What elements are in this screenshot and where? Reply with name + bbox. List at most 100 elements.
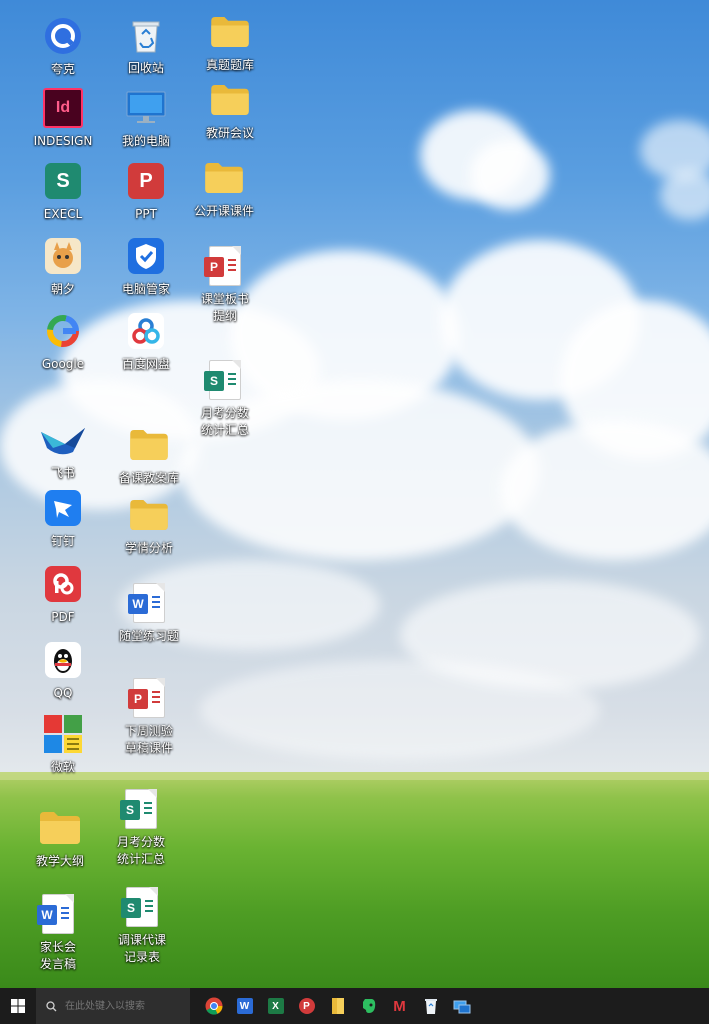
cloud	[200, 660, 600, 760]
pdf-icon	[43, 564, 83, 604]
icon-label: 课堂板书 提纲	[200, 292, 249, 323]
desktop-icon-google[interactable]: Google	[24, 311, 102, 373]
taskbar-file-explorer[interactable]	[322, 988, 353, 1024]
desktop-icon-suitang[interactable]: W 随堂练习题	[110, 583, 188, 645]
desktop-icon-ppt[interactable]: P PPT	[107, 161, 185, 223]
horizon-line	[0, 772, 709, 780]
word-icon: W	[236, 998, 253, 1014]
desktop-icon-feishu[interactable]: 飞书	[24, 416, 102, 482]
word-document-icon: W	[128, 583, 169, 623]
taskbar-search[interactable]	[36, 988, 190, 1024]
icon-label: 月考分数 统计汇总	[200, 406, 249, 437]
icon-label: 月考分数 统计汇总	[116, 835, 165, 866]
spreadsheet-document-icon: S	[120, 789, 161, 829]
taskbar: W X P M	[0, 988, 709, 1024]
search-input[interactable]	[63, 999, 187, 1013]
icon-label: PDF	[51, 610, 75, 624]
folder-icon	[129, 425, 169, 465]
taskbar-wps[interactable]: P	[291, 988, 322, 1024]
wps-icon: P	[298, 998, 315, 1014]
icon-label: 教学大纲	[35, 854, 84, 868]
icon-label: 回收站	[127, 61, 164, 75]
spreadsheet-icon: S	[43, 161, 83, 201]
recycle-bin-icon	[126, 15, 166, 55]
desktop-icon-diannao-guanjia[interactable]: 电脑管家	[107, 236, 185, 298]
taskbar-excel[interactable]: X	[260, 988, 291, 1024]
desktop-icon-pdf[interactable]: PDF	[24, 564, 102, 626]
desktop-icon-jiaoyan[interactable]: 教研会议	[191, 80, 269, 142]
feishu-bird-icon	[39, 416, 87, 460]
windows-logo-icon	[11, 999, 25, 1013]
zhaoxi-cat-icon	[43, 236, 83, 276]
taskbar-chrome[interactable]	[198, 988, 229, 1024]
desktop-icon-recycle-bin[interactable]: 回收站	[107, 15, 185, 77]
icon-label: 朝夕	[50, 282, 75, 296]
shield-icon	[126, 236, 166, 276]
desktop-icon-xueqing[interactable]: 学情分析	[110, 495, 188, 557]
search-icon	[46, 1000, 57, 1011]
desktop-icon-beike[interactable]: 备课教案库	[110, 425, 188, 487]
indesign-icon: Id	[43, 88, 83, 128]
mail-icon: M	[393, 997, 406, 1015]
folder-icon	[204, 158, 244, 198]
icon-label: 教研会议	[205, 126, 254, 140]
folder-icon	[210, 12, 250, 52]
desktop-icon-tiaoke[interactable]: S 调课代课 记录表	[103, 887, 181, 966]
word-document-icon: W	[37, 894, 78, 934]
excel-letter: X	[272, 1000, 279, 1012]
desktop-icon-jiaoxue-dagang[interactable]: 教学大纲	[21, 808, 99, 870]
spreadsheet-document-icon: S	[121, 887, 162, 927]
icon-label: PPT	[135, 207, 157, 221]
presentation-document-icon: P	[204, 246, 245, 286]
desktop-icon-weiruan[interactable]: 微软	[24, 714, 102, 776]
chrome-icon	[205, 997, 223, 1015]
taskbar-network-app[interactable]	[446, 988, 477, 1024]
desktop-icon-baidu-pan[interactable]: 百度网盘	[107, 311, 185, 373]
excel-icon: X	[267, 998, 284, 1014]
icon-label: 百度网盘	[121, 357, 170, 371]
presentation-document-icon: P	[128, 678, 169, 718]
taskbar-evernote[interactable]	[353, 988, 384, 1024]
icon-label: 飞书	[50, 466, 75, 480]
dingding-icon	[43, 488, 83, 528]
monitor-icon	[126, 88, 166, 128]
kuake-icon	[43, 16, 83, 56]
taskbar-mail[interactable]: M	[384, 988, 415, 1024]
spreadsheet-document-icon: S	[204, 360, 245, 400]
start-button[interactable]	[0, 988, 36, 1024]
desktop-icon-gongkai[interactable]: 公开课课件	[185, 158, 263, 220]
taskbar-recycle-bin[interactable]	[415, 988, 446, 1024]
icon-label: EXECL	[43, 207, 83, 221]
cloud	[660, 170, 709, 220]
icon-label: 夸克	[50, 62, 75, 76]
folder-icon	[129, 495, 169, 535]
desktop-icon-zhenti[interactable]: 真题题库	[191, 12, 269, 74]
icon-label: INDESIGN	[33, 134, 93, 148]
desktop-icon-kuake[interactable]: 夸克	[24, 16, 102, 78]
icon-label: 家长会 发言稿	[39, 940, 76, 971]
icon-label: 备课教案库	[118, 471, 179, 485]
cloud	[500, 420, 709, 560]
desktop-icon-dingding[interactable]: 钉钉	[24, 488, 102, 550]
recycle-bin-icon	[424, 999, 437, 1014]
desktop-icon-zhaoxi[interactable]: 朝夕	[24, 236, 102, 298]
desktop-icon-yuekao-1[interactable]: S 月考分数 统计汇总	[186, 360, 264, 439]
taskbar-word[interactable]: W	[229, 988, 260, 1024]
desktop-icon-indesign[interactable]: Id INDESIGN	[24, 88, 102, 150]
icon-label: 下周测验 草稿课件	[124, 724, 173, 755]
desktop-icon-my-computer[interactable]: 我的电脑	[107, 88, 185, 150]
icon-label: Google	[41, 357, 85, 371]
icon-label: 电脑管家	[121, 282, 170, 296]
desktop-icon-execl[interactable]: S EXECL	[24, 161, 102, 223]
wps-letter: P	[303, 1000, 310, 1012]
word-letter: W	[239, 1000, 250, 1012]
desktop-icon-qq[interactable]: QQ	[24, 640, 102, 702]
icon-label: 随堂练习题	[118, 629, 179, 643]
google-icon	[43, 311, 83, 351]
network-computer-icon	[453, 1000, 470, 1014]
desktop-icon-ketang-banshu[interactable]: P 课堂板书 提纲	[186, 246, 264, 325]
desktop-icon-jiazhang[interactable]: W 家长会 发言稿	[19, 894, 97, 973]
folder-icon	[40, 808, 80, 848]
desktop-icon-yuekao-2[interactable]: S 月考分数 统计汇总	[102, 789, 180, 868]
desktop-icon-xiazhou[interactable]: P 下周测验 草稿课件	[110, 678, 188, 757]
